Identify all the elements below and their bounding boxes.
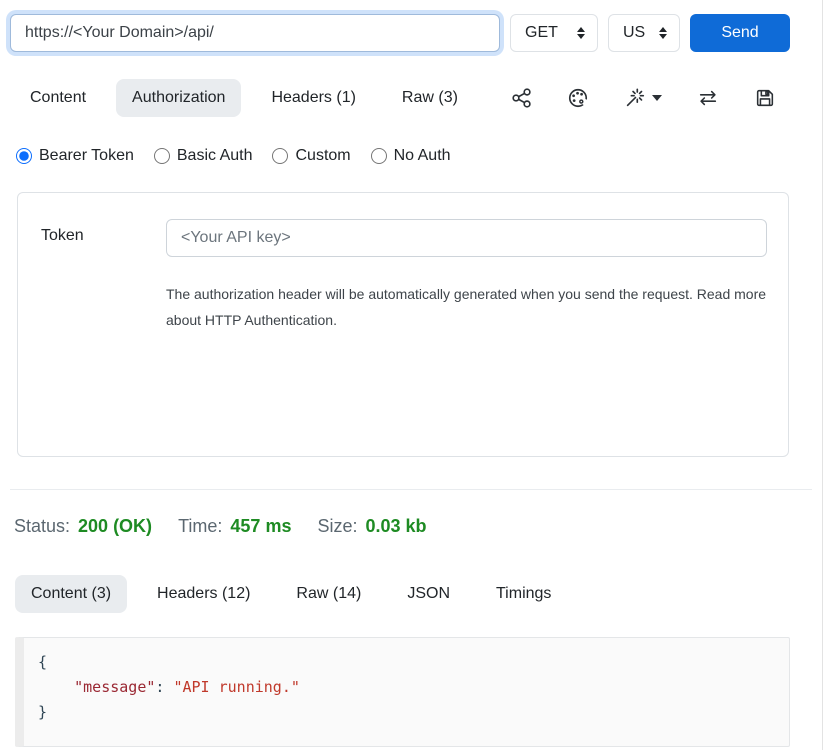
tab-raw[interactable]: Raw (3) xyxy=(386,79,474,117)
json-separator: : xyxy=(155,678,173,696)
token-input[interactable] xyxy=(166,219,767,257)
resp-tab-headers[interactable]: Headers (12) xyxy=(141,575,266,613)
size-stat: Size: 0.03 kb xyxy=(317,516,426,537)
bearer-token-panel: Token The authorization header will be a… xyxy=(17,192,789,457)
size-label: Size: xyxy=(317,516,357,537)
auth-option-basic-auth[interactable]: Basic Auth xyxy=(154,147,253,165)
auth-option-label: Bearer Token xyxy=(39,147,134,165)
token-help-line2: about HTTP Authentication. xyxy=(166,307,767,333)
json-line: { xyxy=(38,650,789,675)
tab-authorization[interactable]: Authorization xyxy=(116,79,241,117)
json-string-value: "API running." xyxy=(173,678,299,696)
share-icon[interactable] xyxy=(511,87,533,109)
resp-tab-raw[interactable]: Raw (14) xyxy=(280,575,377,613)
updown-arrows-icon xyxy=(659,27,667,39)
resp-tab-json[interactable]: JSON xyxy=(391,575,466,613)
token-row: Token xyxy=(41,219,767,257)
api-client-page: GET US Send Content Authorization Header… xyxy=(0,0,823,750)
bearer-token-radio[interactable] xyxy=(16,148,32,164)
json-open-brace: { xyxy=(38,653,47,671)
auth-option-no-auth[interactable]: No Auth xyxy=(371,147,451,165)
method-select-value: GET xyxy=(525,24,558,42)
section-divider xyxy=(10,489,812,490)
response-status-row: Status: 200 (OK) Time: 457 ms Size: 0.03… xyxy=(14,516,822,537)
method-select[interactable]: GET xyxy=(510,14,598,52)
json-key: "message" xyxy=(74,678,155,696)
auth-option-label: Custom xyxy=(295,147,350,165)
time-label: Time: xyxy=(178,516,222,537)
save-icon[interactable] xyxy=(754,87,776,109)
basic-auth-radio[interactable] xyxy=(154,148,170,164)
swap-arrows-icon[interactable] xyxy=(696,87,720,109)
token-help-line1: The authorization header will be automat… xyxy=(166,281,767,307)
auth-option-label: No Auth xyxy=(394,147,451,165)
no-auth-radio[interactable] xyxy=(371,148,387,164)
response-tabs: Content (3) Headers (12) Raw (14) JSON T… xyxy=(15,575,822,613)
auth-option-custom[interactable]: Custom xyxy=(272,147,350,165)
status-label: Status: xyxy=(14,516,70,537)
resp-tab-content[interactable]: Content (3) xyxy=(15,575,127,613)
send-button[interactable]: Send xyxy=(690,14,790,52)
updown-arrows-icon xyxy=(577,27,585,39)
region-select-value: US xyxy=(623,24,645,42)
json-close-brace: } xyxy=(38,703,47,721)
status-value: 200 (OK) xyxy=(78,516,152,537)
custom-auth-radio[interactable] xyxy=(272,148,288,164)
request-tabs: Content Authorization Headers (1) Raw (3… xyxy=(14,79,822,117)
url-input[interactable] xyxy=(10,14,500,52)
resp-tab-timings[interactable]: Timings xyxy=(480,575,567,613)
time-value: 457 ms xyxy=(230,516,291,537)
json-line: "message": "API running." xyxy=(38,675,789,700)
token-help-text: The authorization header will be automat… xyxy=(166,281,767,333)
auth-option-label: Basic Auth xyxy=(177,147,253,165)
region-select[interactable]: US xyxy=(608,14,680,52)
auth-option-bearer-token[interactable]: Bearer Token xyxy=(16,147,134,165)
request-toolbar xyxy=(511,87,776,109)
token-label: Token xyxy=(41,219,166,257)
size-value: 0.03 kb xyxy=(366,516,427,537)
json-line: } xyxy=(38,700,789,725)
palette-icon[interactable] xyxy=(567,87,589,109)
tab-content[interactable]: Content xyxy=(14,79,102,117)
magic-wand-icon[interactable] xyxy=(623,87,662,109)
tab-headers[interactable]: Headers (1) xyxy=(255,79,371,117)
status-stat: Status: 200 (OK) xyxy=(14,516,152,537)
dropdown-caret-icon xyxy=(652,95,662,101)
auth-options: Bearer Token Basic Auth Custom No Auth xyxy=(16,147,822,165)
time-stat: Time: 457 ms xyxy=(178,516,291,537)
request-bar: GET US Send xyxy=(0,0,822,52)
response-body[interactable]: { "message": "API running." } xyxy=(15,637,790,747)
